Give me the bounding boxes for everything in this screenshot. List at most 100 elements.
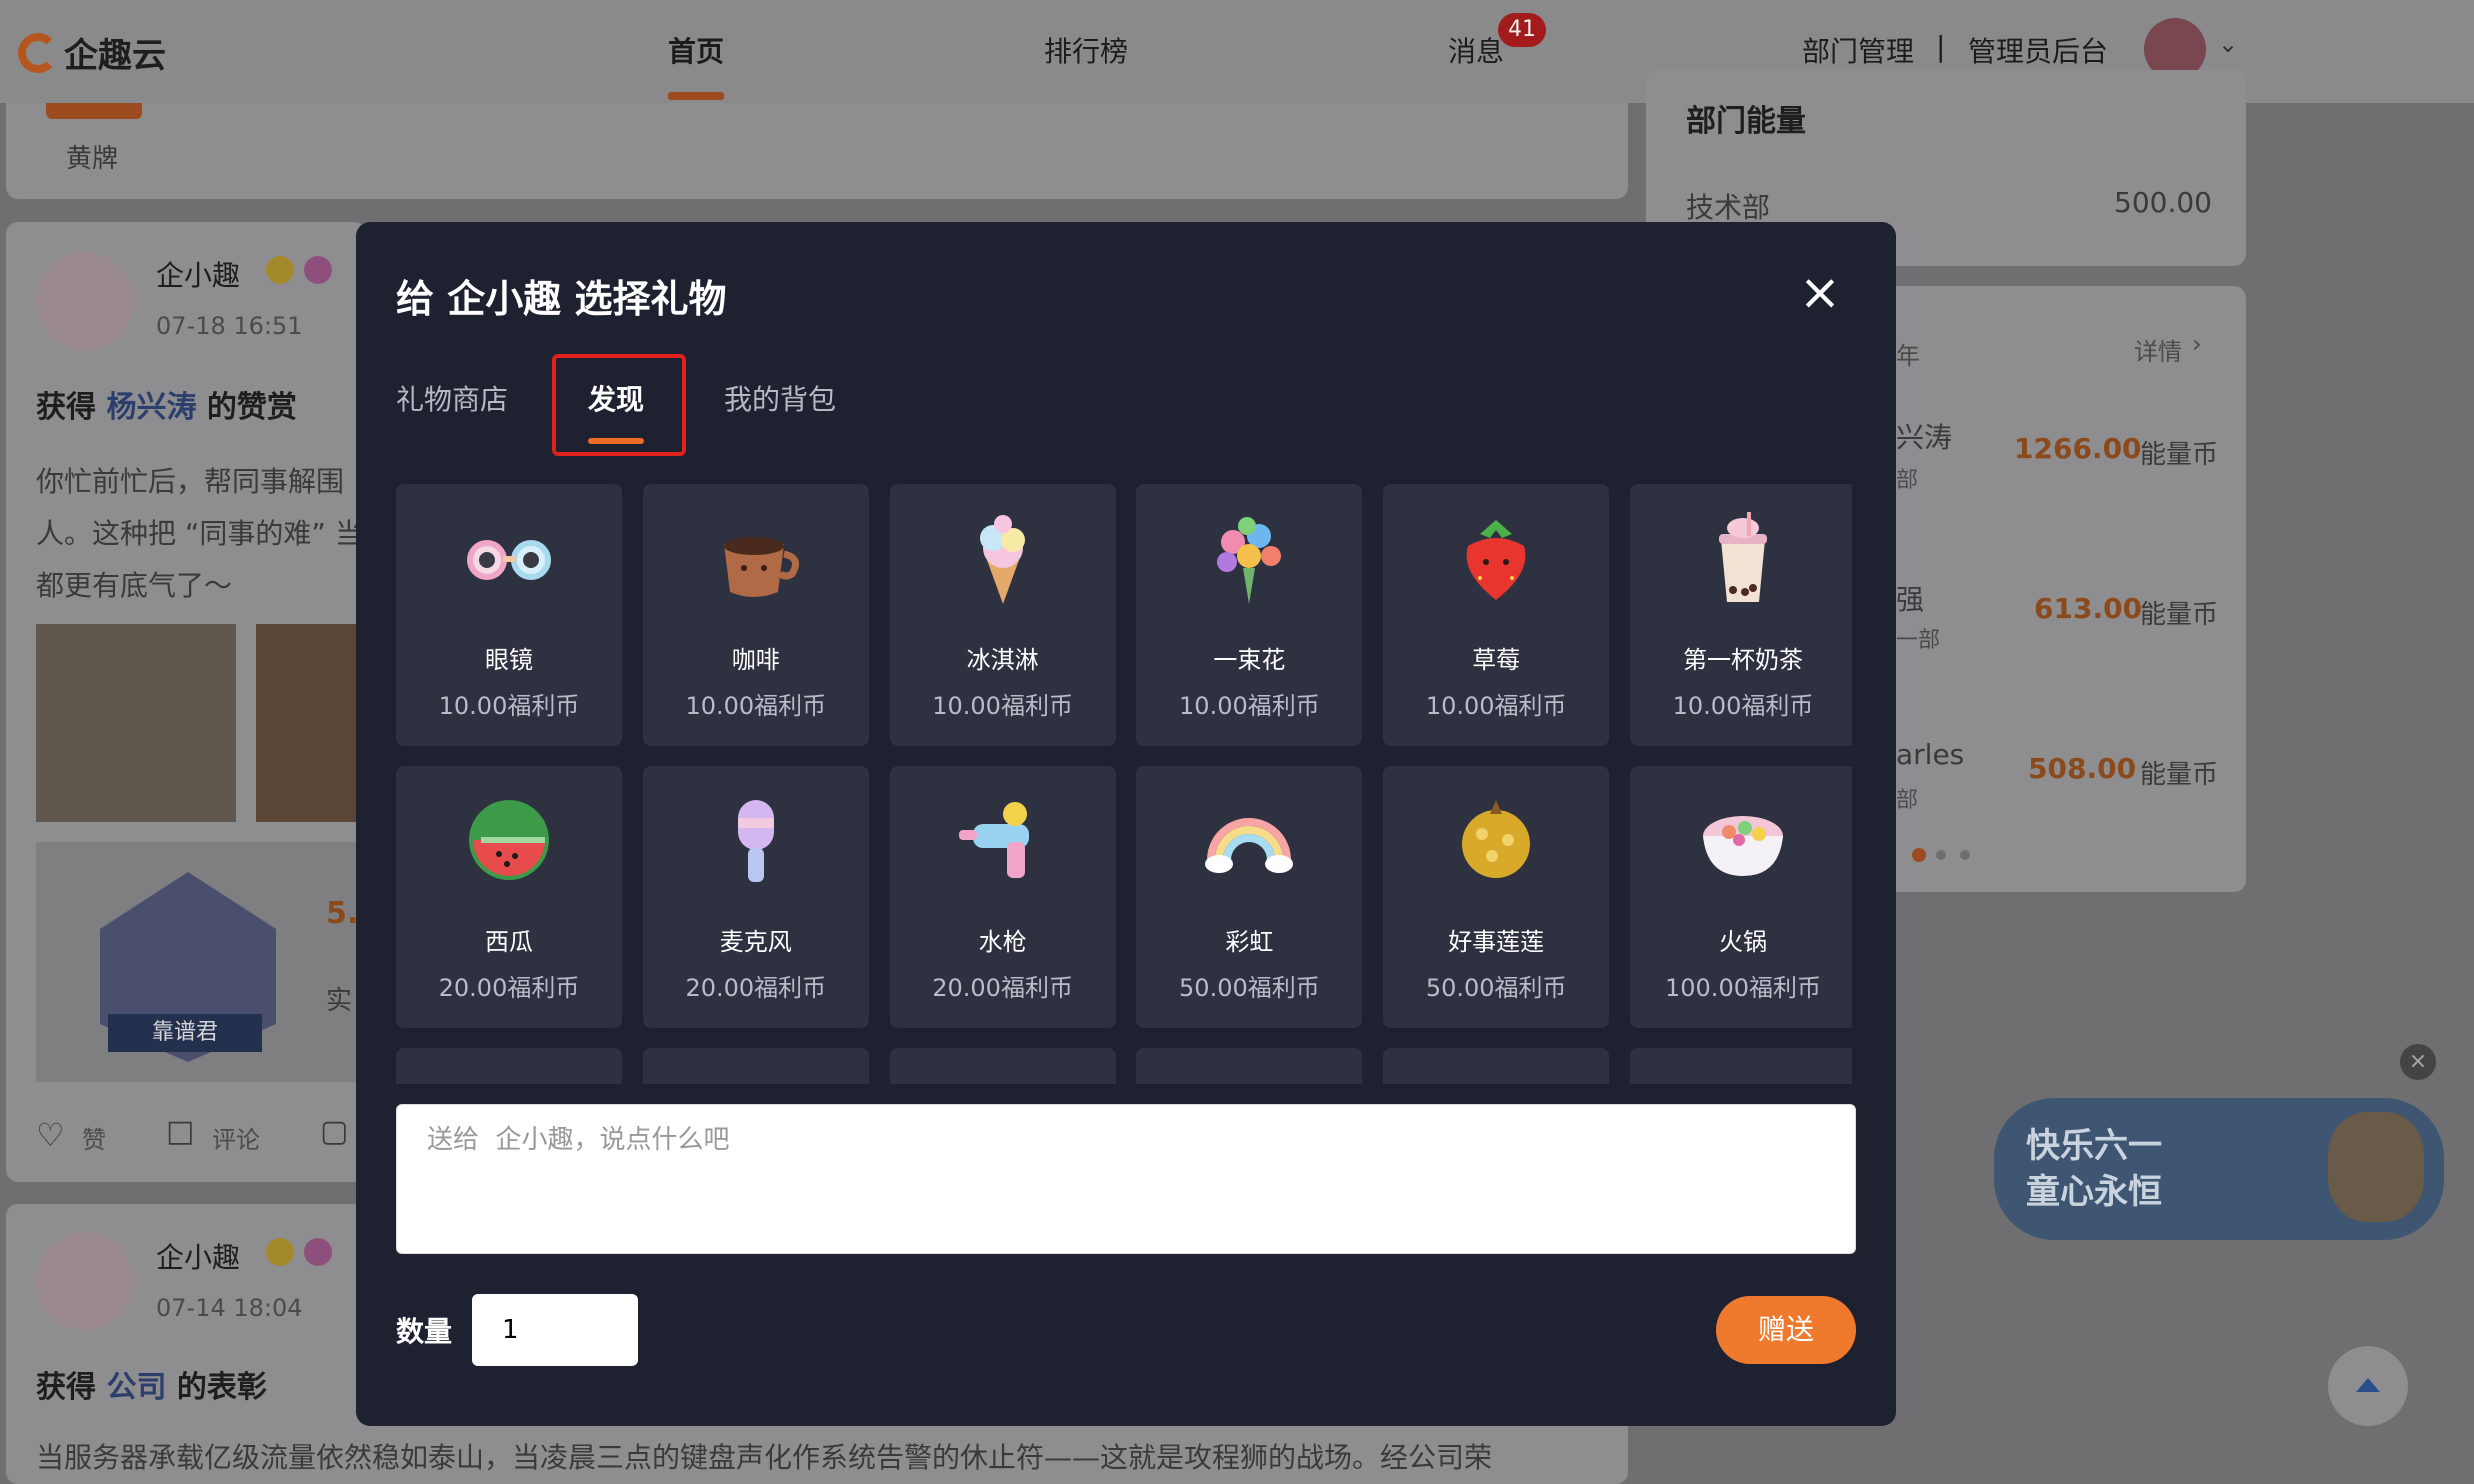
filter-yellow-card[interactable]: 黄牌 bbox=[66, 138, 118, 175]
ranking-name: arles bbox=[1896, 738, 1965, 771]
post-photo[interactable] bbox=[36, 624, 236, 822]
ranking-unit: 能量币 bbox=[2140, 600, 2219, 630]
ice-cream-icon bbox=[953, 508, 1053, 608]
gift-price: 20.00福利币 bbox=[438, 974, 580, 1002]
ranking-name: 强 bbox=[1896, 583, 1925, 616]
gift-item[interactable]: 彩虹 50.00福利币 bbox=[1136, 766, 1363, 1028]
gift-item[interactable]: 冰淇淋 10.00福利币 bbox=[889, 484, 1116, 746]
bouquet-icon bbox=[1199, 508, 1299, 608]
tab-gift-shop[interactable]: 礼物商店 bbox=[396, 378, 508, 418]
tab-discover[interactable]: 发现 bbox=[588, 378, 644, 418]
gift-item[interactable]: 眼镜 10.00福利币 bbox=[396, 484, 622, 746]
avatar[interactable] bbox=[36, 1232, 134, 1330]
strawberry-icon bbox=[1446, 508, 1546, 608]
gift-item[interactable] bbox=[1136, 1048, 1363, 1084]
gift-item[interactable]: 西瓜 20.00福利币 bbox=[396, 766, 622, 1028]
gift-price: 10.00福利币 bbox=[932, 692, 1073, 720]
level-badge-icon bbox=[304, 256, 332, 284]
gift-dialog: 给 企小趣 选择礼物 × 礼物商店 发现 我的背包 眼镜 10.00福利币 咖啡 10… bbox=[356, 222, 1896, 1426]
logo[interactable]: 企趣云 bbox=[18, 28, 166, 77]
gift-item[interactable] bbox=[396, 1048, 622, 1084]
gift-name: 草莓 bbox=[1472, 646, 1521, 674]
gift-item[interactable]: 咖啡 10.00福利币 bbox=[642, 484, 869, 746]
logo-icon bbox=[18, 32, 58, 73]
gift-name: 冰淇淋 bbox=[966, 646, 1039, 674]
nav-ranking[interactable]: 排行榜 bbox=[1044, 30, 1128, 70]
post-title-prefix: 获得 bbox=[36, 1370, 96, 1405]
heart-icon[interactable]: ♡ bbox=[36, 1116, 65, 1154]
carousel-dot-active[interactable] bbox=[1912, 848, 1926, 862]
carousel-dot[interactable] bbox=[1936, 850, 1946, 860]
post-author[interactable]: 企小趣 bbox=[156, 254, 240, 294]
header-separator: | bbox=[1936, 30, 1946, 63]
gift-item[interactable]: 麦克风 20.00福利币 bbox=[642, 766, 869, 1028]
medal-icon bbox=[266, 1238, 294, 1266]
banner-close-icon[interactable]: × bbox=[2400, 1044, 2436, 1080]
ranking-value: 508.00 bbox=[2028, 752, 2137, 785]
post-body: 你忙前忙后，帮同事解围 人。这种把 “同事的难” 当 都更有底气了～ bbox=[36, 456, 356, 612]
like-label[interactable]: 赞 bbox=[82, 1120, 106, 1155]
dept-energy-title: 部门能量 bbox=[1686, 104, 1806, 139]
filter-active-tab[interactable] bbox=[46, 103, 142, 119]
gift-price: 10.00福利币 bbox=[685, 692, 827, 720]
dept-manage-link[interactable]: 部门管理 bbox=[1802, 30, 1914, 70]
banner-line1: 快乐六一 bbox=[2026, 1126, 2162, 1166]
gift-icon[interactable]: ▢ bbox=[320, 1114, 348, 1149]
gift-item[interactable]: 第一杯奶茶 10.00福利币 bbox=[1630, 484, 1852, 746]
coffee-icon bbox=[706, 508, 806, 608]
gift-item[interactable] bbox=[642, 1048, 869, 1084]
comment-label[interactable]: 评论 bbox=[212, 1120, 260, 1155]
send-button[interactable]: 赠送 bbox=[1716, 1296, 1856, 1364]
glasses-icon bbox=[459, 508, 559, 608]
dept-name: 技术部 bbox=[1686, 191, 1771, 224]
message-box bbox=[396, 1104, 1856, 1254]
milk-tea-icon bbox=[1693, 508, 1793, 608]
water-gun-icon bbox=[953, 790, 1053, 890]
close-icon[interactable]: × bbox=[1796, 267, 1844, 317]
post-time: 07-14 18:04 bbox=[156, 1294, 303, 1322]
nav-messages[interactable]: 消息 bbox=[1448, 30, 1504, 70]
post-body-line: 当服务器承载亿级流量依然稳如泰山，当凌晨三点的键盘声化作系统告警的休止符——这就… bbox=[36, 1441, 1493, 1474]
gift-item[interactable] bbox=[889, 1048, 1116, 1084]
logo-text: 企趣云 bbox=[64, 36, 166, 76]
tab-active-indicator bbox=[588, 438, 644, 444]
post-title-prefix: 获得 bbox=[36, 390, 96, 425]
post-title-name[interactable]: 杨兴涛 bbox=[106, 390, 196, 425]
detail-link[interactable]: 详情 bbox=[2134, 332, 2182, 367]
gift-name: 麦克风 bbox=[719, 928, 792, 956]
message-count-badge: 41 bbox=[1498, 13, 1546, 47]
chevron-down-icon[interactable]: ⌄ bbox=[2218, 30, 2238, 58]
gift-item[interactable]: 一束花 10.00福利币 bbox=[1136, 484, 1363, 746]
gift-item[interactable]: 好事莲莲 50.00福利币 bbox=[1383, 766, 1610, 1028]
gift-item[interactable]: 水枪 20.00福利币 bbox=[889, 766, 1116, 1028]
post-photo[interactable] bbox=[256, 624, 366, 822]
message-input[interactable] bbox=[397, 1105, 1855, 1253]
gift-item[interactable]: 火锅 100.00福利币 bbox=[1630, 766, 1852, 1028]
gift-name: 水枪 bbox=[978, 928, 1027, 956]
carousel-dot[interactable] bbox=[1960, 850, 1970, 860]
avatar[interactable] bbox=[36, 252, 134, 350]
ranking-value: 613.00 bbox=[2034, 592, 2143, 625]
gift-price: 20.00福利币 bbox=[932, 974, 1073, 1002]
hotpot-icon bbox=[1693, 790, 1793, 890]
post-title-name[interactable]: 公司 bbox=[106, 1370, 166, 1405]
gift-price: 10.00福利币 bbox=[1425, 692, 1567, 720]
gift-item[interactable] bbox=[1383, 1048, 1610, 1084]
gift-name: 彩虹 bbox=[1225, 928, 1274, 956]
gift-item[interactable] bbox=[1630, 1048, 1852, 1084]
chevron-right-icon[interactable]: › bbox=[2192, 330, 2202, 358]
microphone-icon bbox=[706, 790, 806, 890]
gift-item[interactable]: 草莓 10.00福利币 bbox=[1383, 484, 1610, 746]
nav-home[interactable]: 首页 bbox=[668, 30, 724, 70]
quantity-input[interactable] bbox=[472, 1294, 638, 1366]
tab-my-bag[interactable]: 我的背包 bbox=[724, 378, 836, 418]
comment-icon[interactable]: □ bbox=[166, 1114, 194, 1149]
admin-link[interactable]: 管理员后台 bbox=[1968, 30, 2108, 70]
gift-name: 好事莲莲 bbox=[1448, 928, 1545, 956]
post-author[interactable]: 企小趣 bbox=[156, 1236, 240, 1276]
post-body-line: 你忙前忙后，帮同事解围 bbox=[36, 465, 345, 498]
award-badge-label: 靠谱君 bbox=[108, 1014, 262, 1052]
post-body-line: 人。这种把 “同事的难” 当 bbox=[36, 517, 356, 550]
ranking-name: 兴涛 bbox=[1896, 421, 1953, 454]
post-body-line: 都更有底气了～ bbox=[36, 569, 233, 602]
